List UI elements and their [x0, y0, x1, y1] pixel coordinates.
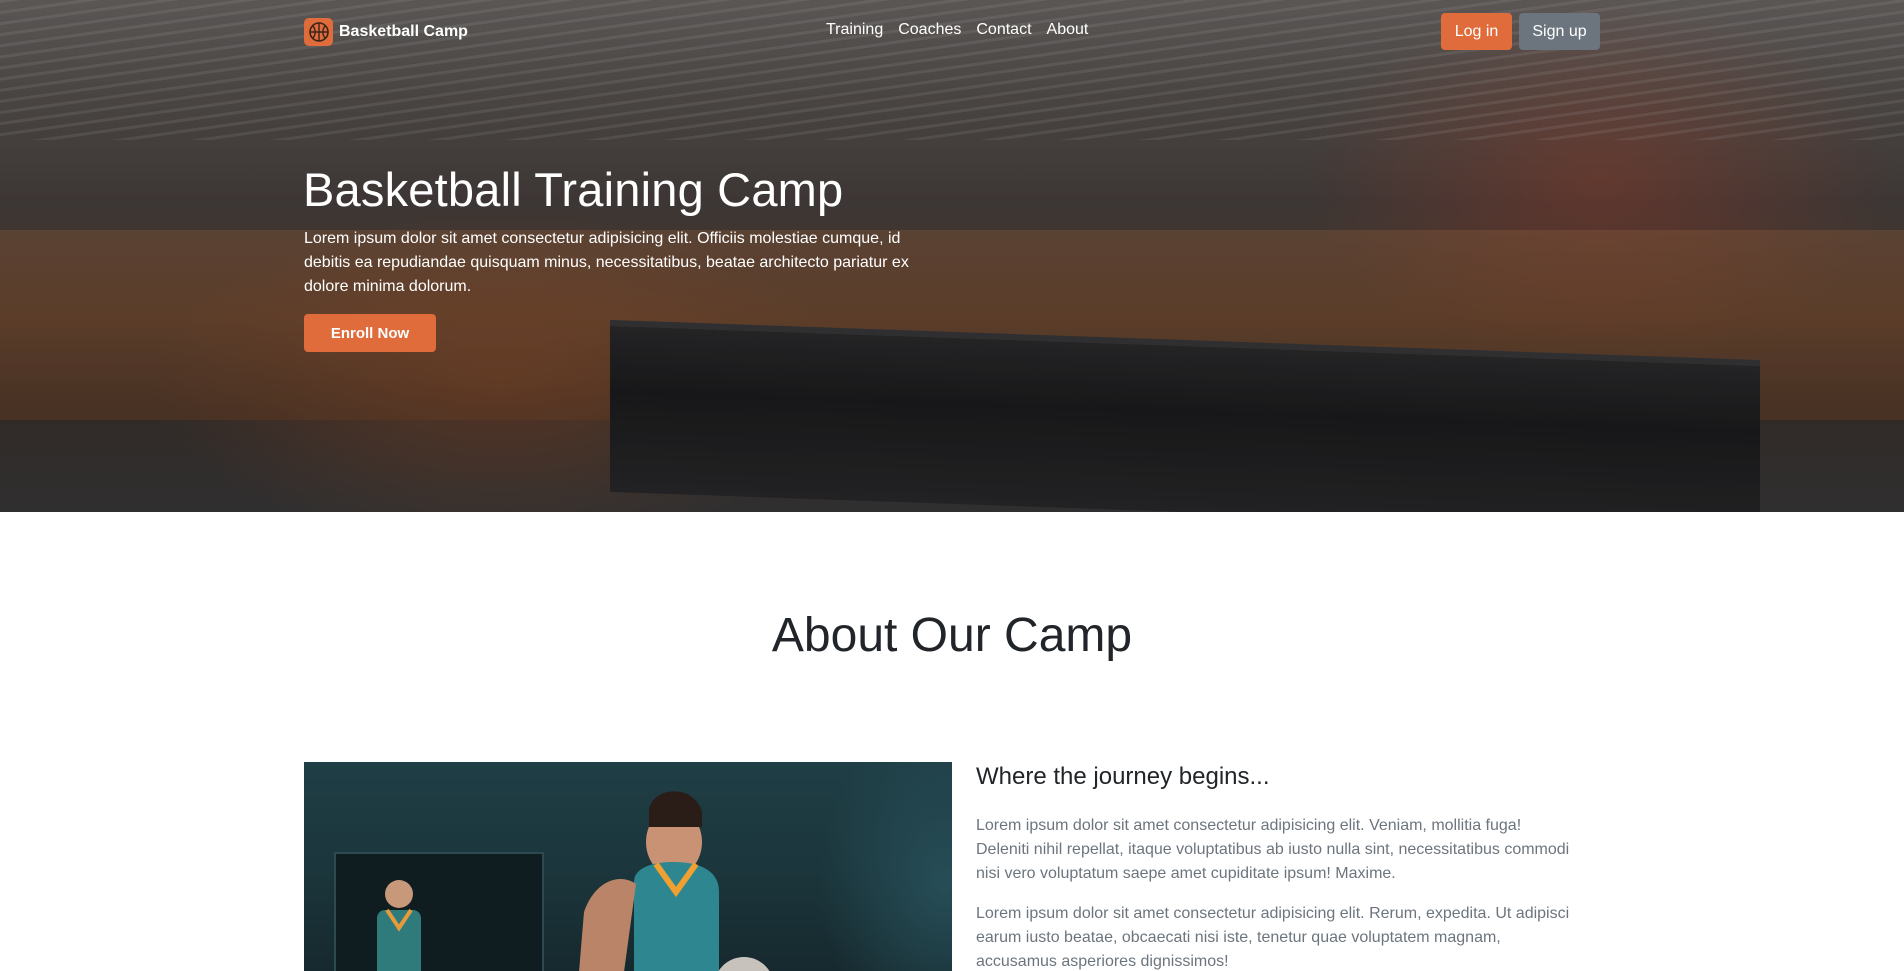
navbar: Basketball Camp Training Coaches Contact…: [0, 0, 1904, 62]
brand-link[interactable]: Basketball Camp: [304, 18, 468, 46]
hero-section: Basketball Camp Training Coaches Contact…: [0, 0, 1904, 512]
background-player-figure: [377, 880, 421, 971]
about-paragraph-1: Lorem ipsum dolor sit amet consectetur a…: [976, 817, 1570, 882]
hero-overlay: [0, 0, 1904, 512]
about-paragraph-2: Lorem ipsum dolor sit amet consectetur a…: [976, 905, 1570, 970]
hero-title: Basketball Training Camp: [303, 163, 844, 216]
nav-link-training[interactable]: Training: [826, 21, 883, 39]
brand-name: Basketball Camp: [339, 23, 468, 40]
journey-subheading: Where the journey begins...: [976, 763, 1270, 790]
enroll-now-button[interactable]: Enroll Now: [304, 314, 436, 352]
main-player-figure: [579, 791, 770, 971]
login-button[interactable]: Log in: [1441, 13, 1512, 50]
signup-button[interactable]: Sign up: [1519, 13, 1600, 50]
nav-link-contact[interactable]: Contact: [976, 21, 1031, 39]
nav-link-coaches[interactable]: Coaches: [898, 21, 961, 39]
nav-link-about[interactable]: About: [1047, 21, 1089, 39]
nav-links: Training Coaches Contact About: [826, 21, 1088, 39]
hero-description: Lorem ipsum dolor sit amet consectetur a…: [304, 230, 909, 295]
about-heading: About Our Camp: [771, 609, 1133, 662]
about-image: [304, 762, 952, 971]
basketball-icon: [304, 18, 333, 46]
